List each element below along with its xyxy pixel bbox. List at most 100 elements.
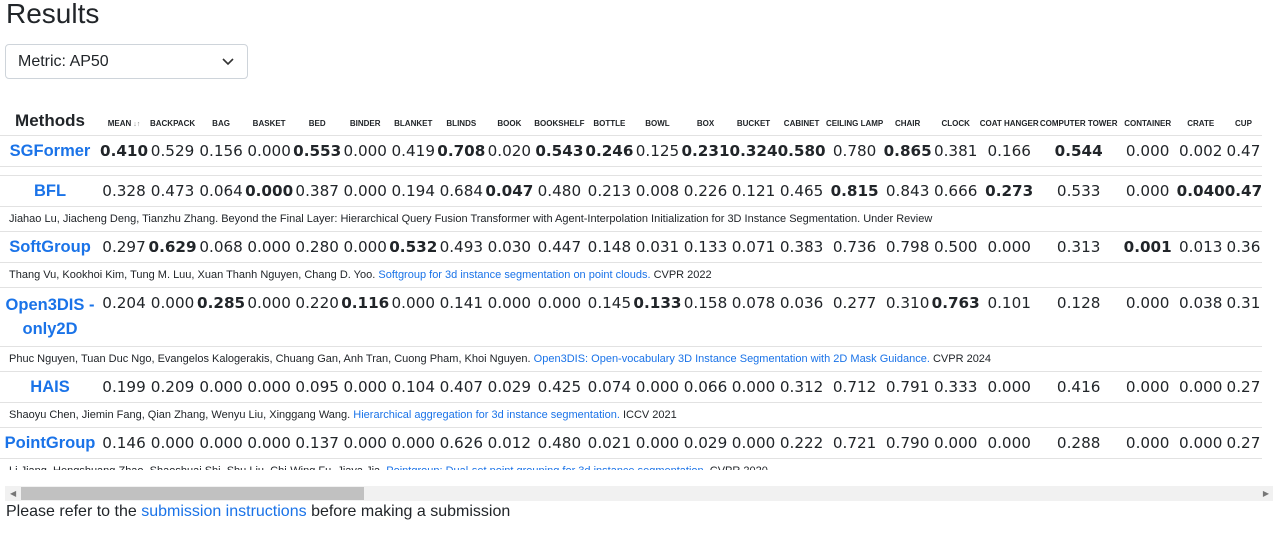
submission-instructions-link[interactable]: submission instructions: [141, 503, 306, 520]
table-cell: 0.095: [295, 378, 339, 396]
table-row: PointGroup 0.146 0.000 0.000 0.000 0.137 0.000…: [0, 427, 1263, 459]
table-row: HAIS 0.199 0.209 0.000 0.000 0.095 0.000 0.104 0…: [0, 371, 1263, 403]
column-header-ceiling-lamp[interactable]: CEILING LAMP: [826, 98, 884, 136]
column-header-bookshelf[interactable]: BOOKSHELF: [533, 98, 585, 136]
column-header-crate[interactable]: CRATE: [1177, 98, 1225, 136]
table-cell: 0.000: [247, 434, 291, 452]
table-cell: 0.029: [683, 434, 728, 452]
metric-select-label: Metric: AP50: [18, 52, 109, 70]
table-cell: 0.148: [587, 238, 632, 256]
table-cell: 0.194: [391, 182, 435, 200]
column-header-bag[interactable]: BAG: [197, 98, 245, 136]
scrollbar-thumb[interactable]: [21, 487, 364, 500]
method-name[interactable]: BFL: [0, 176, 100, 207]
table-cell: 0.116: [341, 294, 390, 312]
column-header-container[interactable]: CONTAINER: [1119, 98, 1177, 136]
column-header-computer-tower[interactable]: COMPUTER TOWER: [1039, 98, 1119, 136]
table-cell: 0.209: [150, 378, 195, 396]
table-cell: 0.277: [832, 294, 877, 312]
table-cell: 0.416: [1056, 378, 1101, 396]
table-cell: 0.721: [832, 434, 877, 452]
table-cell: 0.000: [1178, 378, 1223, 396]
table-cell: 0.074: [587, 378, 632, 396]
method-name[interactable]: SGFormer: [0, 136, 100, 167]
table-cell: 0.021: [587, 434, 632, 452]
table-cell: 0.000: [150, 434, 195, 452]
table-cell: 0.000: [150, 294, 195, 312]
table-cell: 0.312: [779, 378, 824, 396]
citation-row: Shaoyu Chen, Jiemin Fang, Qian Zhang, We…: [0, 402, 1263, 428]
table-cell: 0.328: [102, 182, 146, 200]
table-cell: 0.000: [343, 378, 387, 396]
table-cell: 0.030: [487, 238, 532, 256]
table-cell: 0.000: [1125, 378, 1170, 396]
table-cell: 0.410: [100, 142, 149, 160]
paper-link[interactable]: Pointgroup: Dual-set point grouping for …: [386, 465, 706, 470]
table-cell: 0.712: [832, 378, 877, 396]
column-header-bottle[interactable]: BOTTLE: [585, 98, 633, 136]
table-cell: 0.419: [391, 142, 435, 160]
metric-select[interactable]: Metric: AP50: [5, 44, 248, 79]
table-cell: 0.500: [933, 238, 978, 256]
table-cell: 0.629: [148, 238, 197, 256]
method-name[interactable]: PointGroup: [0, 428, 100, 459]
table-cell: 0.068: [199, 238, 243, 256]
table-cell: 0.480: [537, 182, 582, 200]
column-header-clock[interactable]: CLOCK: [932, 98, 980, 136]
scroll-right-icon[interactable]: ▶: [1263, 489, 1269, 498]
table-cell: 0.000: [1125, 294, 1170, 312]
table-cell: 0.008: [635, 182, 680, 200]
citation-row: Thang Vu, Kookhoi Kim, Tung M. Luu, Xuan…: [0, 262, 1263, 288]
table-cell: 0.790: [885, 434, 930, 452]
table-cell: 0.156: [199, 142, 243, 160]
column-header-coat-hanger[interactable]: COAT HANGER: [980, 98, 1039, 136]
column-header-blinds[interactable]: BLINDS: [437, 98, 485, 136]
horizontal-scrollbar[interactable]: ◀ ▶: [5, 486, 1273, 501]
citation-venue: CVPR 2024: [932, 353, 992, 365]
method-name[interactable]: Open3DIS - only2D: [0, 288, 100, 347]
paper-link[interactable]: Open3DIS: Open-vocabulary 3D Instance Se…: [534, 353, 930, 365]
scroll-left-icon[interactable]: ◀: [10, 489, 16, 498]
paper-link[interactable]: Hierarchical aggregation for 3d instance…: [353, 409, 620, 421]
column-header-bed[interactable]: BED: [293, 98, 341, 136]
table-cell: 0.012: [487, 434, 532, 452]
citation: Shaoyu Chen, Jiemin Fang, Qian Zhang, We…: [0, 402, 1263, 428]
table-cell: 0.407: [439, 378, 484, 396]
column-header-box[interactable]: BOX: [681, 98, 729, 136]
column-header-binder[interactable]: BINDER: [341, 98, 389, 136]
table-cell: 0.133: [683, 238, 728, 256]
table-cell: 0.465: [779, 182, 824, 200]
paper-link[interactable]: Softgroup for 3d instance segmentation o…: [378, 269, 650, 281]
table-row: BFL 0.328 0.473 0.064 0.000 0.387 0.000 0.194 0.…: [0, 175, 1263, 207]
column-header-backpack[interactable]: BACKPACK: [148, 98, 197, 136]
column-header-basket[interactable]: BASKET: [245, 98, 293, 136]
table-cell: 0.626: [439, 434, 484, 452]
table-cell: 0.000: [391, 294, 435, 312]
column-header-cabinet[interactable]: CABINET: [778, 98, 826, 136]
citation-authors: Jiahao Lu, Jiacheng Deng, Tianzhu Zhang.…: [9, 213, 933, 225]
table-cell: 0.666: [933, 182, 978, 200]
citation-row: Phuc Nguyen, Tuan Duc Ngo, Evangelos Kal…: [0, 346, 1263, 372]
table-cell: 0.387: [295, 182, 339, 200]
column-header-bucket[interactable]: BUCKET: [730, 98, 778, 136]
table-row: SGFormer 0.410 0.529 0.156 0.000 0.553 0.000 0.…: [0, 135, 1263, 167]
citation: Li Jiang, Hengshuang Zhao, Shaoshuai Shi…: [0, 458, 1263, 470]
column-header-bowl[interactable]: BOWL: [633, 98, 681, 136]
table-cell: 0.158: [683, 294, 728, 312]
table-cell: 0.166: [987, 142, 1031, 160]
table-cell: 0.071: [731, 238, 776, 256]
column-header-mean[interactable]: MEAN ↓↑: [100, 98, 148, 136]
column-header-chair[interactable]: CHAIR: [884, 98, 932, 136]
column-header-cup[interactable]: CUP: [1225, 98, 1262, 136]
table-cell: 0.002: [1178, 142, 1223, 160]
citation-row: Li Jiang, Hengshuang Zhao, Shaoshuai Shi…: [0, 458, 1263, 470]
citation-authors: Shaoyu Chen, Jiemin Fang, Qian Zhang, We…: [9, 409, 351, 421]
column-header-blanket[interactable]: BLANKET: [389, 98, 437, 136]
table-cell: 0.000: [343, 434, 387, 452]
column-header-book[interactable]: BOOK: [485, 98, 533, 136]
method-name[interactable]: HAIS: [0, 372, 100, 403]
sort-icon[interactable]: ↓↑: [131, 121, 140, 128]
table-cell: 0.736: [832, 238, 877, 256]
table-cell: 0.285: [197, 294, 246, 312]
method-name[interactable]: SoftGroup: [0, 232, 100, 263]
